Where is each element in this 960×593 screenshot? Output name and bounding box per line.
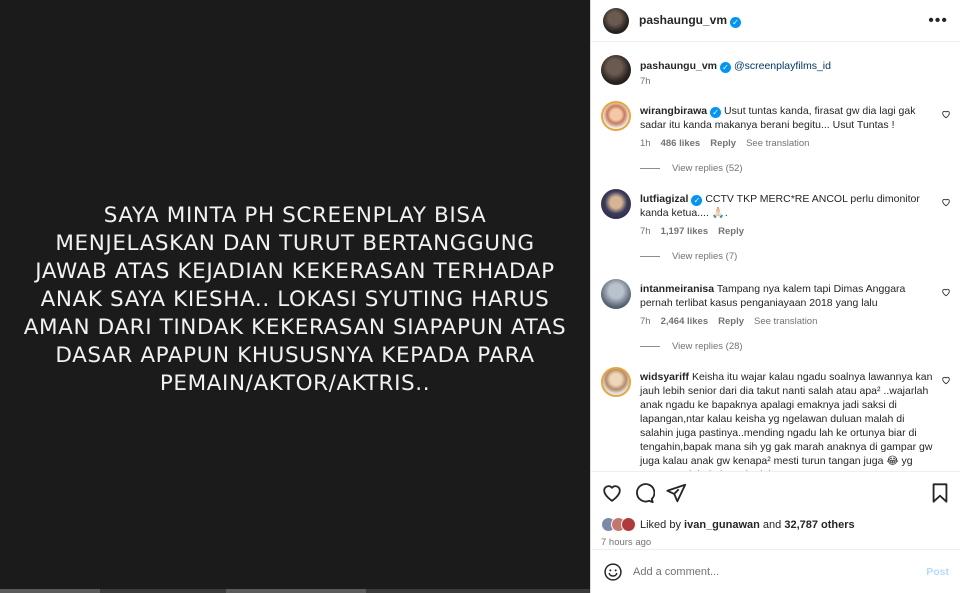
liked-by-and: and bbox=[762, 518, 782, 531]
author-avatar[interactable] bbox=[603, 7, 629, 34]
save-bookmark-icon[interactable] bbox=[929, 482, 951, 504]
post-header: pashaungu_vm ✓ ••• bbox=[591, 0, 960, 42]
media-bottom-bar bbox=[0, 589, 590, 593]
caption: pashaungu_vm ✓ @screenplayfilms_id 7h bbox=[601, 55, 951, 87]
more-options-icon[interactable]: ••• bbox=[928, 12, 948, 30]
liked-by-row: Liked by ivan_gunawan and 32,787 others bbox=[601, 517, 951, 532]
author-username[interactable]: pashaungu_vm ✓ bbox=[639, 13, 742, 28]
caption-time: 7h bbox=[640, 76, 651, 87]
comment-item: wirangbirawa ✓ Usut tuntas kanda, firasat… bbox=[601, 101, 951, 174]
see-translation-link[interactable]: See translation bbox=[754, 316, 817, 327]
liked-by-user[interactable]: ivan_gunawan bbox=[684, 519, 760, 531]
view-replies-button[interactable]: View replies (7) bbox=[640, 251, 951, 262]
comment-item: widsyariff Keisha itu wajar kalau ngadu … bbox=[601, 367, 951, 471]
replies-line bbox=[640, 256, 660, 257]
post-actions: Liked by ivan_gunawan and 32,787 others … bbox=[591, 471, 960, 548]
comment-time: 7h bbox=[640, 316, 651, 327]
comment-username[interactable]: widsyariff bbox=[640, 371, 689, 383]
comment-time: 7h bbox=[640, 226, 651, 237]
media-bar-segment bbox=[226, 589, 366, 593]
view-replies-label: View replies (7) bbox=[672, 251, 738, 262]
caption-username[interactable]: pashaungu_vm bbox=[640, 60, 717, 72]
comment-like-heart-icon[interactable] bbox=[941, 375, 951, 385]
reply-button[interactable]: Reply bbox=[710, 138, 736, 149]
verified-badge-icon: ✓ bbox=[720, 62, 732, 73]
comment-text: Keisha itu wajar kalau ngadu soalnya law… bbox=[640, 371, 933, 471]
verified-badge-icon: ✓ bbox=[691, 195, 703, 206]
comments-list[interactable]: pashaungu_vm ✓ @screenplayfilms_id 7h wir… bbox=[591, 43, 960, 471]
share-send-icon[interactable] bbox=[665, 482, 687, 504]
comment-avatar[interactable] bbox=[601, 279, 631, 309]
reply-button[interactable]: Reply bbox=[718, 316, 744, 327]
post-comment-button[interactable]: Post bbox=[926, 566, 949, 578]
comment-like-heart-icon[interactable] bbox=[941, 197, 951, 207]
view-replies-label: View replies (28) bbox=[672, 341, 743, 352]
add-comment-bar: Post bbox=[591, 549, 960, 593]
media-text: SAYA MINTA PH SCREENPLAY BISA MENJELASKA… bbox=[23, 202, 567, 396]
verified-badge-icon: ✓ bbox=[710, 107, 722, 118]
add-comment-input[interactable] bbox=[633, 565, 927, 578]
caption-mention[interactable]: @screenplayfilms_id bbox=[734, 60, 831, 72]
comment-time: 1h bbox=[640, 138, 651, 149]
liked-by-others[interactable]: 32,787 others bbox=[784, 519, 854, 531]
liker-avatar bbox=[621, 517, 636, 532]
post-media[interactable]: SAYA MINTA PH SCREENPLAY BISA MENJELASKA… bbox=[0, 0, 590, 593]
reply-button[interactable]: Reply bbox=[718, 226, 744, 237]
comment-likes[interactable]: 1,197 likes bbox=[661, 226, 709, 237]
comment-like-heart-icon[interactable] bbox=[941, 287, 951, 297]
see-translation-link[interactable]: See translation bbox=[746, 138, 809, 149]
like-heart-icon[interactable] bbox=[601, 482, 623, 504]
emoji-icon[interactable] bbox=[603, 562, 623, 582]
comment-item: intanmeiranisa Tampang nya kalem tapi Di… bbox=[601, 279, 951, 352]
post-timestamp: 7 hours ago bbox=[601, 537, 652, 548]
caption-avatar[interactable] bbox=[601, 55, 631, 85]
comment-avatar[interactable] bbox=[601, 367, 631, 397]
comment-username[interactable]: intanmeiranisa bbox=[640, 283, 714, 295]
liked-by-prefix: Liked by bbox=[640, 518, 681, 531]
comment-likes[interactable]: 486 likes bbox=[661, 138, 701, 149]
comment-username[interactable]: lutfiagizal bbox=[640, 193, 688, 205]
comment-avatar[interactable] bbox=[601, 101, 631, 131]
replies-line bbox=[640, 168, 660, 169]
comment-like-heart-icon[interactable] bbox=[941, 109, 951, 119]
media-bar-segment bbox=[0, 589, 100, 593]
post-side-panel: pashaungu_vm ✓ ••• pashaungu_vm ✓ @screenp… bbox=[590, 0, 960, 593]
view-replies-button[interactable]: View replies (52) bbox=[640, 163, 951, 174]
view-replies-label: View replies (52) bbox=[672, 163, 743, 174]
comment-likes[interactable]: 2,464 likes bbox=[661, 316, 709, 327]
comment-bubble-icon[interactable] bbox=[633, 482, 655, 504]
view-replies-button[interactable]: View replies (28) bbox=[640, 341, 951, 352]
comment-avatar[interactable] bbox=[601, 189, 631, 219]
verified-badge-icon: ✓ bbox=[730, 17, 742, 28]
comment-username[interactable]: wirangbirawa bbox=[640, 105, 707, 117]
comment-item: lutfiagizal ✓ CCTV TKP MERC*RE ANCOL perl… bbox=[601, 189, 951, 262]
instagram-post-view: SAYA MINTA PH SCREENPLAY BISA MENJELASKA… bbox=[0, 0, 960, 593]
replies-line bbox=[640, 346, 660, 347]
